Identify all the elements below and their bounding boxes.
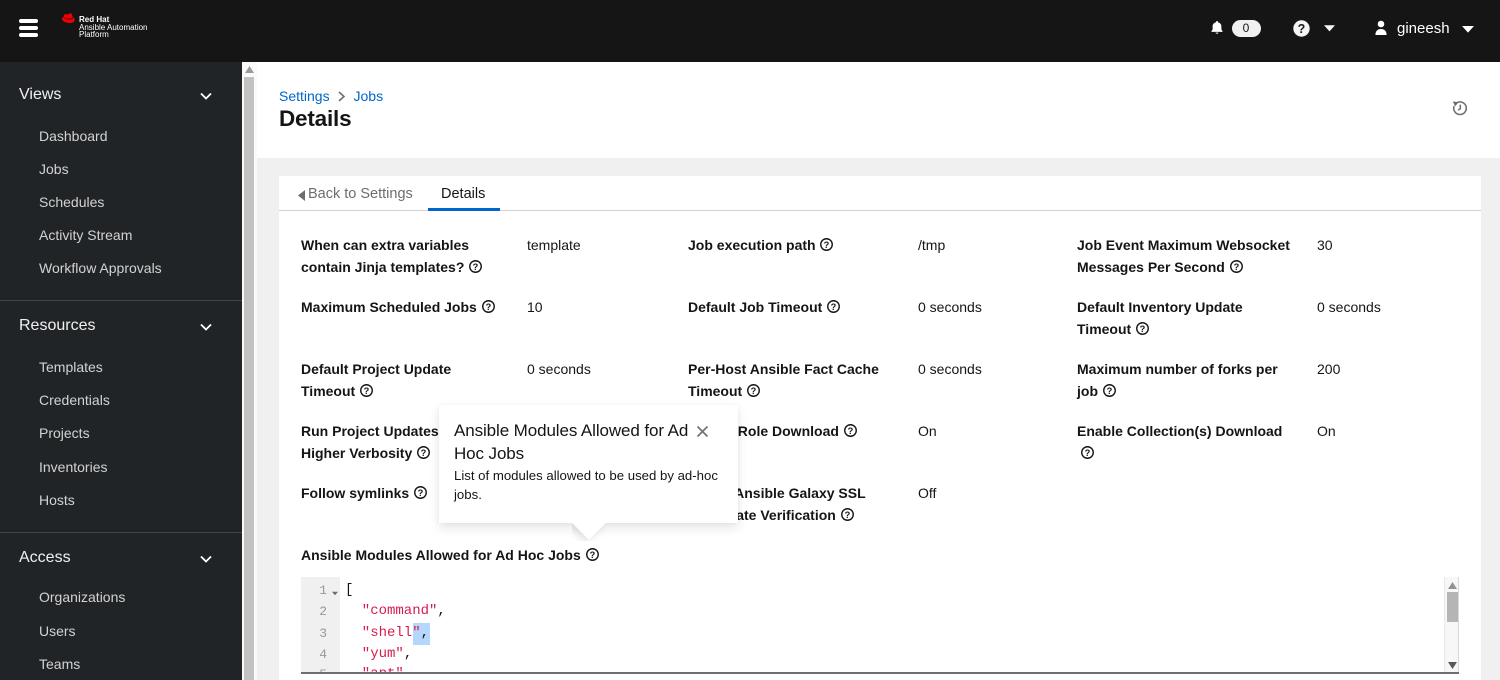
svg-text:?: ? (844, 510, 850, 520)
svg-text:?: ? (473, 262, 479, 272)
svg-text:?: ? (485, 302, 491, 312)
svg-text:?: ? (421, 448, 427, 458)
svg-text:?: ? (589, 550, 595, 560)
svg-text:?: ? (1233, 262, 1239, 272)
svg-text:?: ? (847, 426, 853, 436)
svg-text:?: ? (824, 240, 830, 250)
svg-text:?: ? (1297, 22, 1305, 36)
svg-text:?: ? (418, 488, 424, 498)
svg-text:?: ? (1140, 324, 1146, 334)
svg-text:?: ? (364, 386, 370, 396)
svg-text:?: ? (751, 386, 757, 396)
svg-text:?: ? (1107, 386, 1113, 396)
svg-text:?: ? (831, 302, 837, 312)
svg-text:?: ? (1085, 448, 1091, 458)
